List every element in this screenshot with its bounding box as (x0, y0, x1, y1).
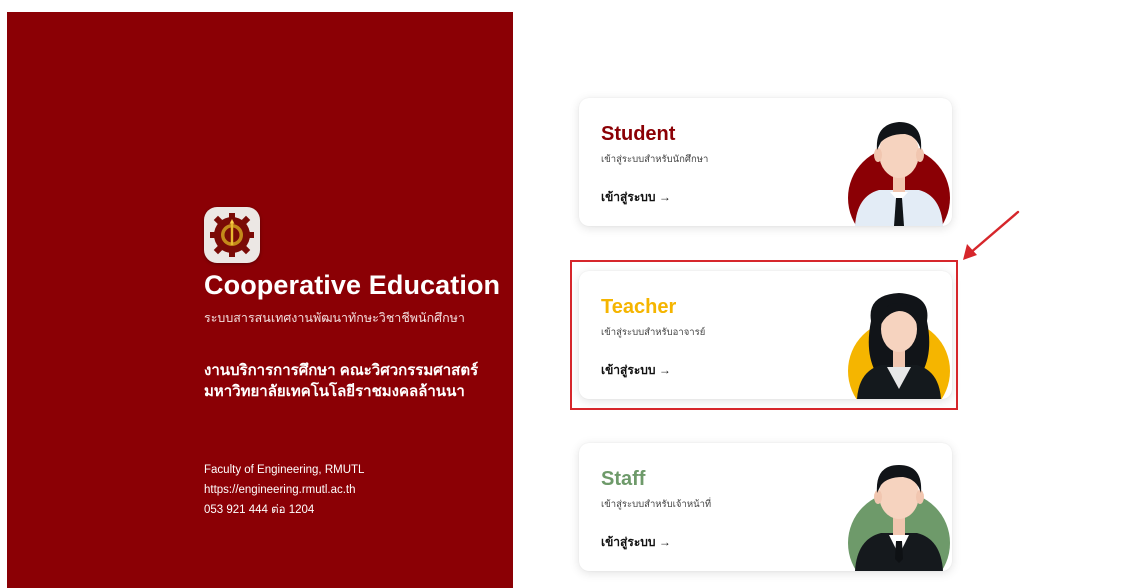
app-subtitle: ระบบสารสนเทศงานพัฒนาทักษะวิชาชีพนักศึกษา (204, 311, 465, 325)
website-link[interactable]: https://engineering.rmutl.ac.th (204, 480, 364, 500)
department-line: งานบริการการศึกษา คณะวิศวกรรมศาสตร์ (204, 362, 479, 379)
card-title: Student (601, 123, 676, 145)
enter-system-link[interactable]: เข้าสู่ระบบ → (601, 533, 671, 552)
rmutl-logo-icon (204, 207, 260, 263)
department-name: งานบริการการศึกษา คณะวิศวกรรมศาสตร์ มหาว… (204, 360, 478, 402)
phone-number: 053 921 444 ต่อ 1204 (204, 504, 315, 516)
highlight-box (570, 260, 958, 410)
staff-login-card[interactable]: Staff เข้าสู่ระบบสำหรับเจ้าหน้าที่ เข้าส… (579, 443, 952, 571)
enter-system-link[interactable]: เข้าสู่ระบบ → (601, 188, 671, 207)
student-avatar-icon (848, 122, 950, 226)
staff-avatar-icon (848, 465, 950, 571)
branding-panel: Cooperative Education ระบบสารสนเทศงานพัฒ… (7, 12, 513, 588)
card-subtitle: เข้าสู่ระบบสำหรับนักศึกษา (601, 154, 709, 165)
student-login-card[interactable]: Student เข้าสู่ระบบสำหรับนักศึกษา เข้าสู… (579, 98, 952, 226)
university-line: มหาวิทยาลัยเทคโนโลยีราชมงคลล้านนา (204, 383, 465, 400)
card-subtitle: เข้าสู่ระบบสำหรับเจ้าหน้าที่ (601, 499, 712, 510)
card-title: Staff (601, 468, 646, 490)
contact-info: Faculty of Engineering, RMUTL https://en… (204, 460, 364, 520)
annotation-arrow-icon (963, 210, 1020, 260)
faculty-name: Faculty of Engineering, RMUTL (204, 464, 365, 476)
app-title: Cooperative Education (204, 270, 501, 300)
